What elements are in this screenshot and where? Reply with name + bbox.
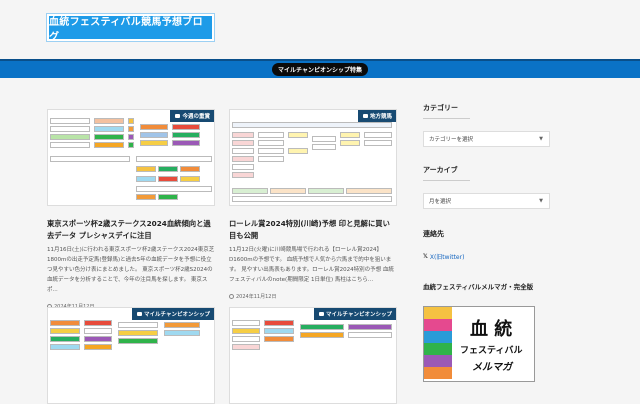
archive-select-value: 月を選択 bbox=[429, 199, 452, 205]
nav-bar: マイルチャンピオンシップ特集 bbox=[0, 59, 640, 78]
category-select[interactable]: カテゴリーを選択 ▼ bbox=[423, 131, 550, 147]
site-header: 血統フェスティバル競馬予想ブログ bbox=[0, 0, 640, 58]
category-badge-label: マイルチャンピオンシップ bbox=[144, 312, 210, 318]
post-card[interactable]: 地方競馬 ローレル賞2024特別(川崎)予想 印と見解に買い目も公開 11月12… bbox=[229, 109, 397, 300]
category-badge-label: マイルチャンピオンシップ bbox=[326, 312, 392, 318]
widget-title-archive: アーカイブ bbox=[423, 165, 470, 181]
chevron-down-icon: ▼ bbox=[539, 136, 543, 142]
post-thumbnail[interactable]: マイルチャンピオンシップ bbox=[47, 307, 215, 404]
x-icon: 𝕏 bbox=[423, 253, 428, 260]
magazine-banner[interactable]: 血 統 フェスティバル メルマガ bbox=[423, 306, 535, 382]
magazine-banner-label: メルマガ bbox=[472, 362, 512, 373]
chevron-down-icon: ▼ bbox=[539, 198, 543, 204]
folder-icon bbox=[362, 114, 368, 118]
post-thumbnail[interactable]: マイルチャンピオンシップ bbox=[229, 307, 397, 404]
widget-title-magazine: 血統フェスティバルメルマガ・完全版 bbox=[423, 283, 534, 291]
post-card[interactable]: マイルチャンピオンシップ bbox=[47, 307, 215, 404]
post-excerpt: 11月12日(火曜)に川崎競馬場で行われる【ローレル賞2024】D1600mの予… bbox=[229, 247, 394, 283]
post-thumbnail[interactable]: 地方競馬 bbox=[229, 109, 397, 206]
x-twitter-link[interactable]: 𝕏 X(旧twitter) bbox=[423, 252, 553, 261]
archive-select[interactable]: 月を選択 ▼ bbox=[423, 193, 550, 209]
category-badge-label: 地方競馬 bbox=[369, 114, 392, 120]
post-date: 2024年11月12日 bbox=[229, 293, 397, 300]
sidebar: カテゴリー カテゴリーを選択 ▼ アーカイブ 月を選択 ▼ 連絡先 𝕏 X(旧t… bbox=[423, 103, 553, 382]
post-title[interactable]: 東京スポーツ杯2歳ステークス2024血統傾向と過去データ プレシャスデイに注目 bbox=[47, 218, 215, 242]
nav-item-mile-cs[interactable]: マイルチャンピオンシップ特集 bbox=[272, 63, 368, 76]
category-badge: 地方競馬 bbox=[357, 110, 396, 122]
category-badge: 今週の重賞 bbox=[170, 110, 214, 122]
post-date-text: 2024年11月12日 bbox=[236, 294, 277, 300]
folder-icon bbox=[137, 312, 143, 316]
magazine-banner-subtitle: フェスティバル bbox=[460, 346, 523, 356]
post-thumbnail[interactable]: 今週の重賞 bbox=[47, 109, 215, 206]
magazine-banner-title: 血 統 bbox=[470, 319, 513, 340]
clock-icon bbox=[229, 294, 234, 299]
spreadsheet-image bbox=[48, 110, 214, 205]
spreadsheet-image bbox=[230, 308, 396, 403]
post-title[interactable]: ローレル賞2024特別(川崎)予想 印と見解に買い目も公開 bbox=[229, 218, 397, 242]
widget-title-contact: 連絡先 bbox=[423, 230, 444, 238]
spreadsheet-image bbox=[48, 308, 214, 403]
category-badge-label: 今週の重賞 bbox=[182, 114, 210, 120]
folder-icon bbox=[319, 312, 325, 316]
category-badge: マイルチャンピオンシップ bbox=[314, 308, 396, 320]
x-twitter-link-text: X(旧twitter) bbox=[429, 254, 465, 261]
category-badge: マイルチャンピオンシップ bbox=[132, 308, 214, 320]
widget-title-category: カテゴリー bbox=[423, 103, 470, 119]
category-select-value: カテゴリーを選択 bbox=[429, 137, 474, 143]
spreadsheet-image bbox=[230, 110, 396, 205]
post-card[interactable]: マイルチャンピオンシップ bbox=[229, 307, 397, 404]
post-list: 今週の重賞 東京スポーツ杯2歳ステークス2024血統傾向と過去データ プレシャス… bbox=[47, 103, 402, 404]
site-logo[interactable]: 血統フェスティバル競馬予想ブログ bbox=[47, 14, 214, 43]
post-excerpt: 11月16日(土)に行われる東京スポーツ杯2歳ステークス2024東京芝1800m… bbox=[47, 247, 215, 293]
folder-icon bbox=[175, 114, 181, 118]
post-card[interactable]: 今週の重賞 東京スポーツ杯2歳ステークス2024血統傾向と過去データ プレシャス… bbox=[47, 109, 215, 310]
